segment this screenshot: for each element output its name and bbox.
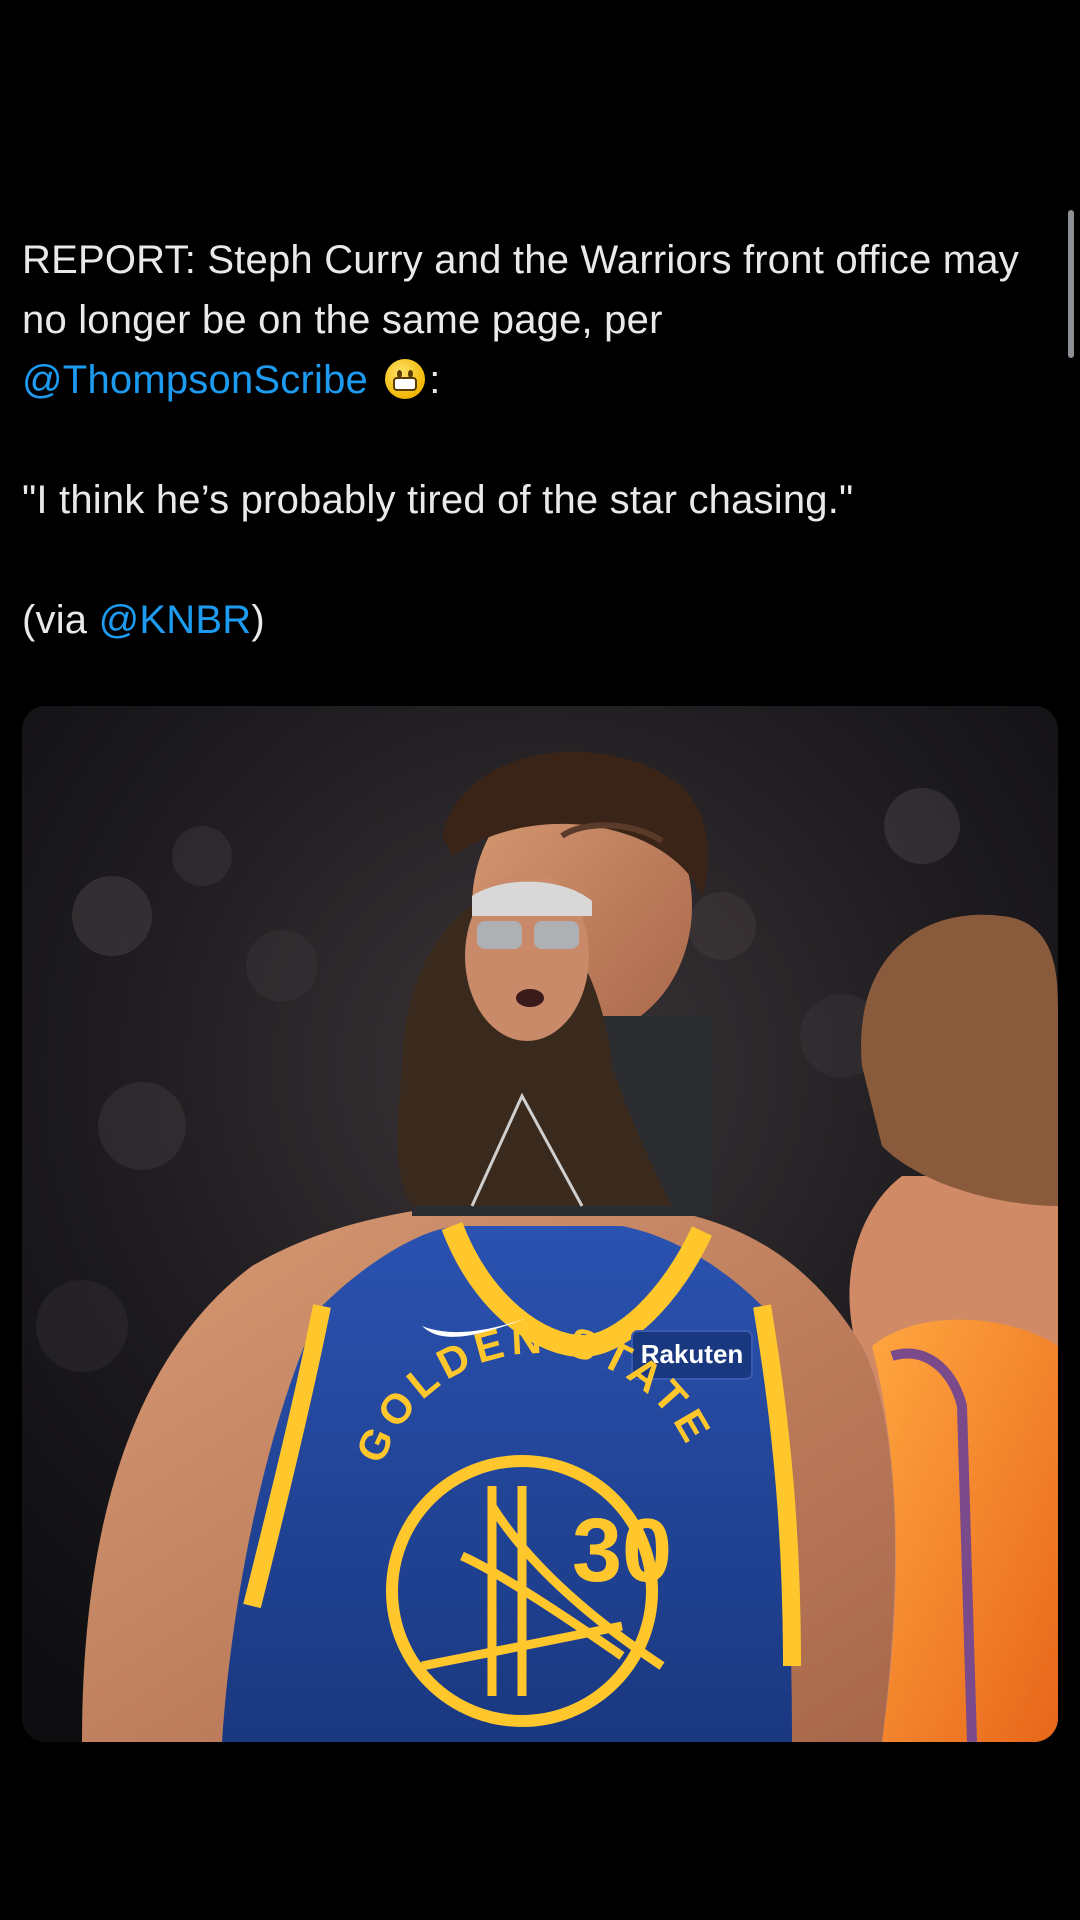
colon-text: : [429,358,441,402]
grimacing-face-icon [385,359,426,399]
tweet-via-line: (via @KNBR) [22,590,1032,650]
tweet-quote: "I think he’s probably tired of the star… [22,478,854,522]
via-suffix-text: ) [251,598,265,642]
tweet-text: REPORT: Steph Curry and the Warriors fro… [22,230,1032,650]
basketball-player-photo: Rakuten 30 GOLDEN STATE [22,706,1058,1742]
mention-knbr-link[interactable]: @KNBR [99,598,252,642]
scrollbar[interactable] [1068,210,1074,358]
via-prefix-text: (via [22,598,99,642]
mention-thompsonscribe-link[interactable]: @ThompsonScribe [22,358,368,402]
tweet-media-image[interactable]: Rakuten 30 GOLDEN STATE [22,706,1058,1742]
jersey-number: 30 [572,1501,672,1601]
tweet-report-text: REPORT: Steph Curry and the Warriors fro… [22,238,1019,342]
tweet-paragraph-report: REPORT: Steph Curry and the Warriors fro… [22,230,1032,410]
